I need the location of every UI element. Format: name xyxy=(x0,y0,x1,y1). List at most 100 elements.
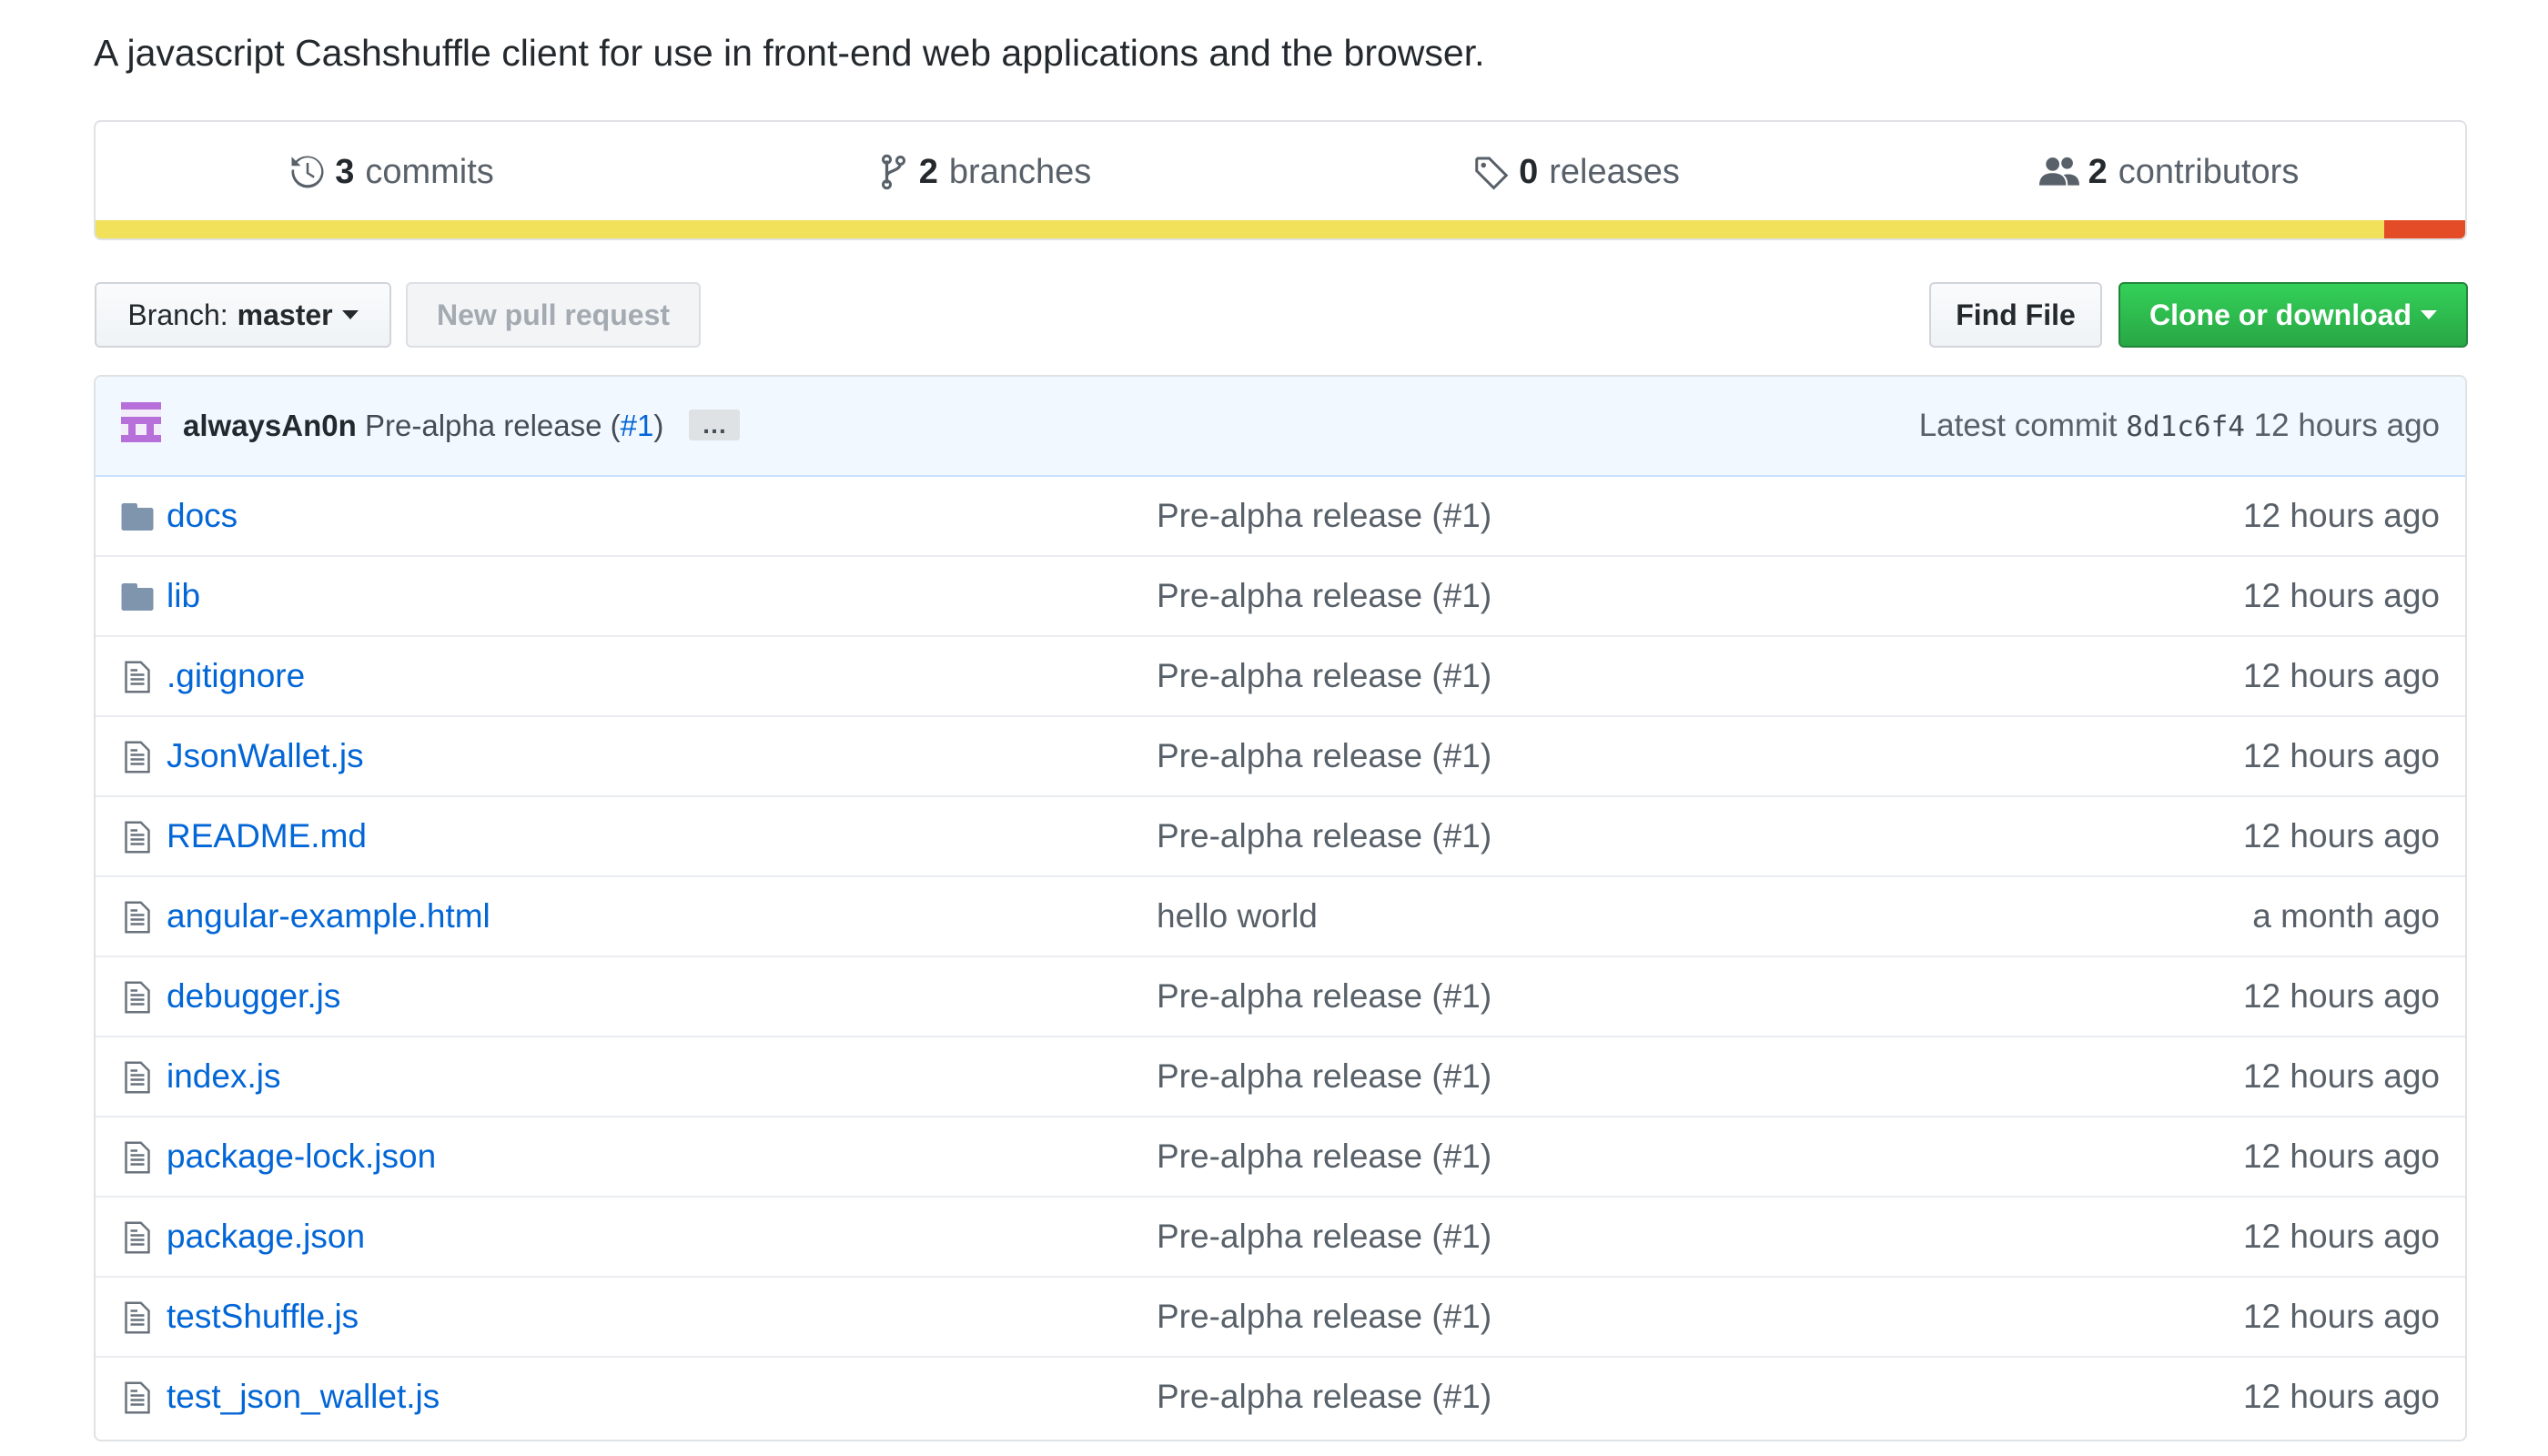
file-commit-message-link[interactable]: Pre-alpha release (#1) xyxy=(1157,957,1491,1036)
file-commit-message-link[interactable]: Pre-alpha release (#1) xyxy=(1157,1358,1491,1436)
avatar[interactable] xyxy=(121,402,161,442)
file-name-link[interactable]: testShuffle.js xyxy=(167,1278,359,1356)
file-commit-age: a month ago xyxy=(2252,897,2440,935)
branch-select-button[interactable]: Branch: master xyxy=(95,282,391,348)
file-name-link[interactable]: test_json_wallet.js xyxy=(167,1358,440,1436)
commit-issue-link[interactable]: #1 xyxy=(621,409,654,442)
file-name-link[interactable]: lib xyxy=(167,557,200,635)
stat-releases-count: 0 xyxy=(1519,152,1539,191)
file-name-link[interactable]: package.json xyxy=(167,1198,365,1276)
table-row: lib Pre-alpha release (#1) 12 hours ago xyxy=(96,555,2465,635)
file-icon xyxy=(119,1219,156,1256)
table-row: docs Pre-alpha release (#1) 12 hours ago xyxy=(96,477,2465,555)
file-name-link[interactable]: angular-example.html xyxy=(167,877,490,956)
file-name-link[interactable]: package-lock.json xyxy=(167,1117,436,1196)
file-name-link[interactable]: .gitignore xyxy=(167,637,305,715)
commit-issue-close: ) xyxy=(653,409,664,442)
stat-commits-label: commits xyxy=(365,152,494,191)
file-icon xyxy=(119,1059,156,1096)
new-pull-request-button[interactable]: New pull request xyxy=(406,282,701,348)
file-commit-age: 12 hours ago xyxy=(2242,1378,2440,1415)
commit-message-text[interactable]: Pre-alpha release xyxy=(365,409,602,442)
file-commit-age: 12 hours ago xyxy=(2242,497,2440,534)
file-icon xyxy=(119,979,156,1016)
commit-sha-link[interactable]: 8d1c6f4 xyxy=(2126,410,2245,443)
find-file-button[interactable]: Find File xyxy=(1929,282,2102,348)
tag-icon xyxy=(1473,154,1510,190)
people-icon xyxy=(2038,154,2079,190)
file-table: alwaysAn0n Pre-alpha release (#1) … Late… xyxy=(94,375,2467,1441)
repo-description: A javascript Cashshuffle client for use … xyxy=(94,32,1485,74)
table-row: package.json Pre-alpha release (#1) 12 hou… xyxy=(96,1196,2465,1276)
table-row: angular-example.html hello world a month a… xyxy=(96,875,2465,956)
stat-branches[interactable]: 2 branches xyxy=(688,122,1280,222)
folder-icon xyxy=(119,579,156,615)
file-commit-age: 12 hours ago xyxy=(2242,1138,2440,1175)
stat-commits[interactable]: 3 commits xyxy=(96,122,688,222)
table-row: README.md Pre-alpha release (#1) 12 hours … xyxy=(96,795,2465,875)
file-commit-message-link[interactable]: hello world xyxy=(1157,877,1318,956)
caret-down-icon xyxy=(2420,310,2437,319)
folder-icon xyxy=(119,499,156,535)
numbers-summary: 3 commits 2 branches 0 releases 2 contri… xyxy=(96,122,2465,222)
history-icon xyxy=(289,154,326,190)
file-name-link[interactable]: JsonWallet.js xyxy=(167,717,364,795)
branch-value: master xyxy=(237,298,333,331)
file-commit-message-link[interactable]: Pre-alpha release (#1) xyxy=(1157,637,1491,715)
file-commit-message-link[interactable]: Pre-alpha release (#1) xyxy=(1157,1278,1491,1356)
commit-age: 12 hours ago xyxy=(2253,408,2440,443)
file-icon xyxy=(119,899,156,935)
stat-commits-count: 3 xyxy=(335,152,355,191)
file-commit-message-link[interactable]: Pre-alpha release (#1) xyxy=(1157,717,1491,795)
file-icon xyxy=(119,1380,156,1416)
file-commit-message-link[interactable]: Pre-alpha release (#1) xyxy=(1157,557,1491,635)
file-commit-age: 12 hours ago xyxy=(2242,1218,2440,1255)
file-icon xyxy=(119,819,156,855)
file-icon xyxy=(119,659,156,695)
git-branch-icon xyxy=(877,154,910,190)
expand-commit-button[interactable]: … xyxy=(689,410,740,440)
stat-releases[interactable]: 0 releases xyxy=(1280,122,1873,222)
commit-tease: alwaysAn0n Pre-alpha release (#1) … Late… xyxy=(96,377,2465,477)
file-commit-message-link[interactable]: Pre-alpha release (#1) xyxy=(1157,797,1491,875)
commit-message[interactable]: Pre-alpha release (#1) xyxy=(365,402,663,450)
file-commit-message-link[interactable]: Pre-alpha release (#1) xyxy=(1157,477,1491,555)
file-commit-age: 12 hours ago xyxy=(2242,577,2440,614)
commit-issue-open: ( xyxy=(610,409,621,442)
commit-author-link[interactable]: alwaysAn0n xyxy=(183,402,357,450)
repo-stats-box: 3 commits 2 branches 0 releases 2 contri… xyxy=(94,120,2467,240)
language-bar[interactable] xyxy=(96,220,2465,238)
stat-contributors[interactable]: 2 contributors xyxy=(1873,122,2465,222)
latest-commit-info: Latest commit 8d1c6f4 12 hours ago xyxy=(1919,402,2440,450)
file-name-link[interactable]: README.md xyxy=(167,797,367,875)
file-icon xyxy=(119,1299,156,1336)
stat-branches-count: 2 xyxy=(918,152,938,191)
stat-releases-label: releases xyxy=(1549,152,1680,191)
latest-commit-prefix: Latest commit xyxy=(1918,408,2118,443)
file-commit-age: 12 hours ago xyxy=(2242,657,2440,694)
clone-label: Clone or download xyxy=(2149,298,2412,331)
file-name-link[interactable]: docs xyxy=(167,477,238,555)
file-name-link[interactable]: debugger.js xyxy=(167,957,340,1036)
table-row: .gitignore Pre-alpha release (#1) 12 hours… xyxy=(96,635,2465,715)
file-commit-age: 12 hours ago xyxy=(2242,1298,2440,1335)
file-commit-message-link[interactable]: Pre-alpha release (#1) xyxy=(1157,1117,1491,1196)
file-commit-age: 12 hours ago xyxy=(2242,977,2440,1015)
language-segment-html[interactable] xyxy=(2384,220,2465,238)
language-segment-javascript[interactable] xyxy=(96,220,2385,238)
file-commit-age: 12 hours ago xyxy=(2242,1057,2440,1095)
table-row: debugger.js Pre-alpha release (#1) 12 hour… xyxy=(96,956,2465,1036)
file-commit-message-link[interactable]: Pre-alpha release (#1) xyxy=(1157,1037,1491,1116)
file-name-link[interactable]: index.js xyxy=(167,1037,280,1116)
branch-label: Branch: xyxy=(127,298,228,331)
file-rows: docs Pre-alpha release (#1) 12 hours ago li… xyxy=(96,477,2465,1436)
table-row: testShuffle.js Pre-alpha release (#1) 12 h… xyxy=(96,1276,2465,1356)
file-commit-age: 12 hours ago xyxy=(2242,817,2440,854)
table-row: JsonWallet.js Pre-alpha release (#1) 12 ho… xyxy=(96,715,2465,795)
clone-or-download-button[interactable]: Clone or download xyxy=(2118,282,2468,348)
file-icon xyxy=(119,1139,156,1176)
stat-contributors-label: contributors xyxy=(2118,152,2300,191)
file-commit-message-link[interactable]: Pre-alpha release (#1) xyxy=(1157,1198,1491,1276)
table-row: index.js Pre-alpha release (#1) 12 hours a… xyxy=(96,1036,2465,1116)
stat-contributors-count: 2 xyxy=(2088,152,2108,191)
